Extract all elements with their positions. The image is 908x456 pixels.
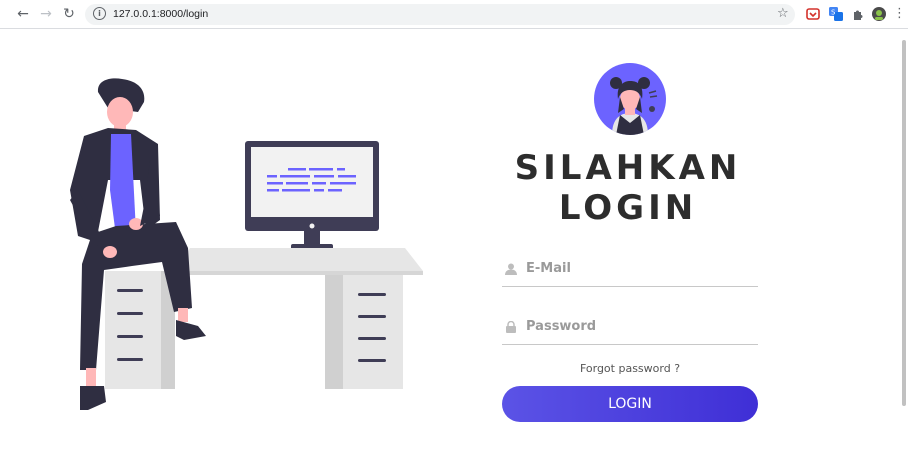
puzzle-extensions-icon[interactable] <box>851 7 865 21</box>
back-arrow-icon[interactable]: ← <box>14 5 32 23</box>
avatar <box>594 63 666 135</box>
profile-avatar-icon[interactable] <box>872 7 886 21</box>
browser-toolbar: ← → ↻ i 127.0.0.1:8000/login ☆ S ⋮ <box>0 0 908 29</box>
workspace-illustration <box>0 30 470 451</box>
email-input[interactable] <box>526 257 754 279</box>
password-input[interactable] <box>526 315 754 337</box>
lock-icon <box>505 320 517 333</box>
password-field-container <box>502 308 758 345</box>
svg-text:S: S <box>831 9 836 17</box>
translate-extension-icon[interactable]: S <box>829 7 843 21</box>
star-icon[interactable]: ☆ <box>777 6 789 22</box>
kebab-menu-icon[interactable]: ⋮ <box>893 5 906 23</box>
forward-arrow-icon[interactable]: → <box>37 5 55 23</box>
monitor-illustration <box>245 141 379 250</box>
user-icon <box>505 262 517 275</box>
title-line-2: LOGIN <box>558 188 698 228</box>
page-scrollbar[interactable] <box>902 40 906 406</box>
login-button[interactable]: LOGIN <box>502 386 758 422</box>
url-text[interactable]: 127.0.0.1:8000/login <box>113 8 208 20</box>
page-title: SILAHKAN LOGIN <box>505 148 751 228</box>
reload-icon[interactable]: ↻ <box>60 5 78 23</box>
title-line-1: SILAHKAN <box>514 148 742 188</box>
forgot-password-link[interactable]: Forgot password ? <box>502 362 758 375</box>
pocket-extension-icon[interactable] <box>806 7 820 21</box>
info-icon[interactable]: i <box>93 7 106 20</box>
address-bar[interactable]: i 127.0.0.1:8000/login <box>85 4 795 25</box>
email-field-container <box>502 250 758 287</box>
